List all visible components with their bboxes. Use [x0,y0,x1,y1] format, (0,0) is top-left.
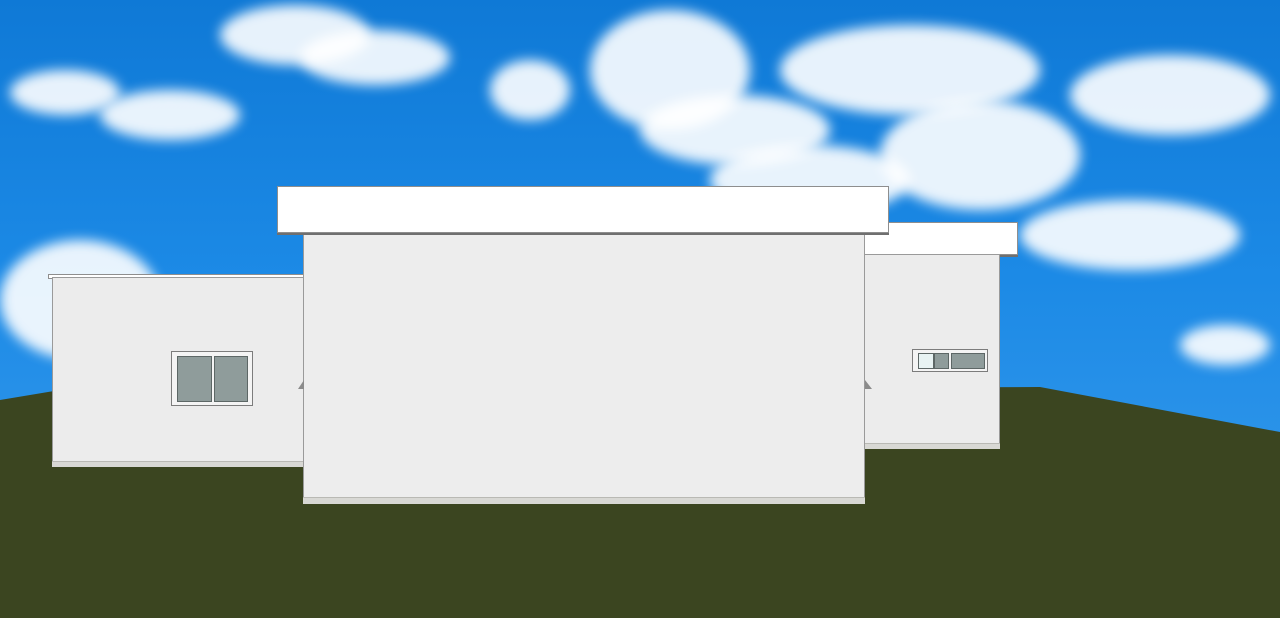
roof-edge-details [298,380,872,389]
elevation-scene [0,0,1280,618]
